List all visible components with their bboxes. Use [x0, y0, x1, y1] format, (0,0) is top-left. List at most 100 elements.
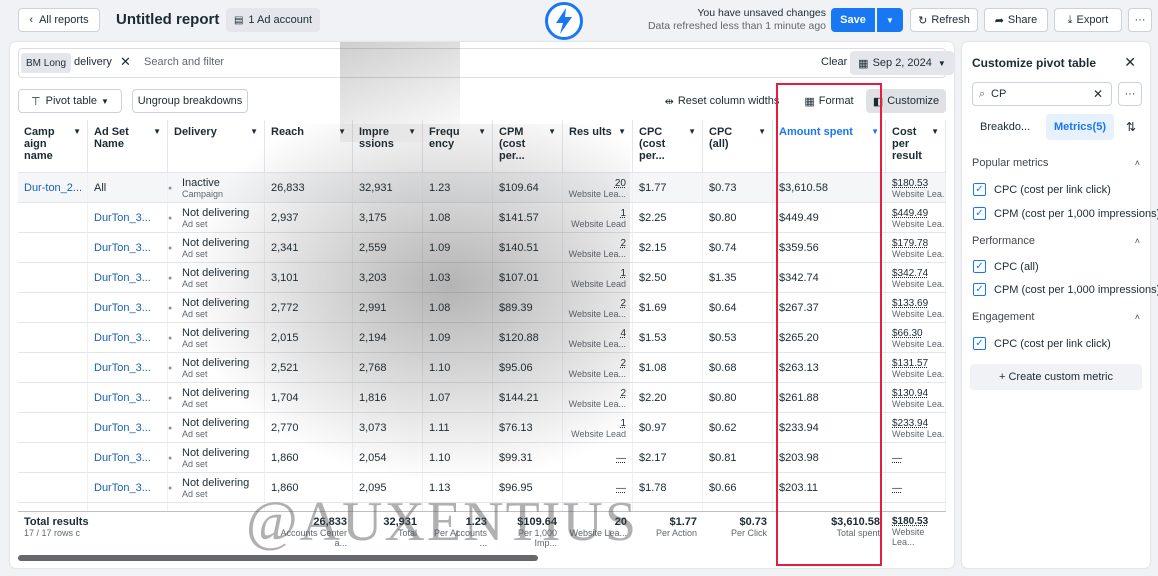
- more-options-button[interactable]: ···: [1128, 8, 1152, 32]
- checkbox-icon[interactable]: ✓: [973, 207, 986, 220]
- cell-campaign[interactable]: [18, 263, 88, 293]
- chevron-up-icon[interactable]: ˄: [1135, 312, 1140, 322]
- section-engagement[interactable]: Engagement: [972, 311, 1034, 323]
- create-custom-metric-button[interactable]: + Create custom metric: [970, 364, 1142, 390]
- cell-value: $0.66: [709, 482, 737, 494]
- column-header-cost[interactable]: Cost per result ▼: [886, 120, 946, 172]
- clear-search-icon[interactable]: ✕: [1093, 87, 1103, 101]
- cell-cpm: $107.01: [493, 263, 563, 293]
- cell-campaign[interactable]: [18, 203, 88, 233]
- cell-adset[interactable]: DurTon_3...: [88, 293, 168, 323]
- column-header-reach[interactable]: Reach ▼: [265, 120, 353, 172]
- chevron-down-icon[interactable]: ▼: [931, 126, 939, 138]
- column-header-cpm[interactable]: CPM (cost per... ▼: [493, 120, 563, 172]
- chevron-down-icon[interactable]: ▼: [73, 126, 81, 138]
- checkbox-icon[interactable]: ✓: [973, 283, 986, 296]
- column-header-impressions[interactable]: Impre ssions ▼: [353, 120, 423, 172]
- cell-adset[interactable]: DurTon_3...: [88, 233, 168, 263]
- all-reports-button[interactable]: ‹ All reports: [18, 8, 100, 32]
- cell-adset[interactable]: DurTon_3...: [88, 323, 168, 353]
- chevron-down-icon[interactable]: ▼: [408, 126, 416, 138]
- column-header-delivery[interactable]: Delivery ▼: [168, 120, 265, 172]
- clear-button[interactable]: Clear: [821, 56, 847, 68]
- cell-campaign[interactable]: Dur-ton_2...: [18, 173, 88, 203]
- cell-adset[interactable]: DurTon_3...: [88, 383, 168, 413]
- horizontal-scrollbar[interactable]: [18, 555, 538, 561]
- cell-campaign[interactable]: [18, 383, 88, 413]
- cell-reach: 26,833: [265, 173, 353, 203]
- close-icon[interactable]: ✕: [1124, 54, 1136, 71]
- chevron-down-icon[interactable]: ▼: [688, 126, 696, 138]
- filter-chip-label[interactable]: delivery: [74, 56, 112, 68]
- cell-subtext: Ad set: [182, 458, 208, 469]
- column-header-frequency[interactable]: Frequ ency ▼: [423, 120, 493, 172]
- section-popular[interactable]: Popular metrics: [972, 157, 1048, 169]
- cell-value: $1.77: [639, 182, 667, 194]
- cell-adset[interactable]: DurTon_3...: [88, 203, 168, 233]
- sort-icon[interactable]: ⇅: [1126, 120, 1136, 134]
- chevron-up-icon[interactable]: ˄: [1135, 158, 1140, 168]
- chevron-up-icon[interactable]: ˄: [1135, 236, 1140, 246]
- cell-value: 2,054: [359, 452, 387, 464]
- cell-impressions: 3,175: [353, 203, 423, 233]
- checkbox-icon[interactable]: ✓: [973, 337, 986, 350]
- chevron-down-icon[interactable]: ▼: [478, 126, 486, 138]
- column-header-campaign[interactable]: Camp aign name ▼: [18, 120, 88, 172]
- reset-column-widths-button[interactable]: ⇹ Reset column widths: [658, 89, 786, 113]
- cell-campaign[interactable]: [18, 323, 88, 353]
- status-dot-icon: ●: [168, 424, 173, 432]
- chevron-down-icon[interactable]: ▼: [758, 126, 766, 138]
- date-picker[interactable]: ▦ Sep 2, 2024 ▼: [850, 51, 954, 75]
- totals-cpm-sub: Per 1,000 Imp...: [517, 528, 557, 548]
- column-header-cpc[interactable]: CPC (cost per... ▼: [633, 120, 703, 172]
- cell-campaign[interactable]: [18, 413, 88, 443]
- tab-breakdowns[interactable]: Breakdo...: [980, 121, 1030, 133]
- cell-adset[interactable]: DurTon_3...: [88, 353, 168, 383]
- column-header-adset[interactable]: Ad Set Name ▼: [88, 120, 168, 172]
- metric-search-input[interactable]: ⌕ CP ✕: [972, 82, 1112, 106]
- cell-adset[interactable]: DurTon_3...: [88, 413, 168, 443]
- cell-delivery: ● Not delivering Ad set: [168, 443, 265, 473]
- chevron-down-icon[interactable]: ▼: [153, 126, 161, 138]
- pivot-table-button[interactable]: ⊤ Pivot table ▼: [18, 89, 122, 113]
- cell-adset[interactable]: DurTon_3...: [88, 473, 168, 503]
- chevron-down-icon[interactable]: ▼: [618, 126, 626, 138]
- metric-item[interactable]: CPM (cost per 1,000 impressions): [994, 284, 1158, 296]
- ad-account-button[interactable]: ▤ 1 Ad account: [226, 8, 320, 32]
- save-button[interactable]: Save: [831, 8, 875, 32]
- cell-adset[interactable]: DurTon_3...: [88, 263, 168, 293]
- save-options-dropdown[interactable]: ▼: [877, 8, 903, 32]
- column-header-results[interactable]: Res ults ▼: [563, 120, 633, 172]
- cell-campaign[interactable]: [18, 473, 88, 503]
- metric-item[interactable]: CPC (all): [994, 261, 1039, 273]
- chevron-down-icon[interactable]: ▼: [250, 126, 258, 138]
- ungroup-breakdowns-button[interactable]: Ungroup breakdowns: [132, 89, 248, 113]
- column-header-cpc-all[interactable]: CPC (all) ▼: [703, 120, 773, 172]
- metric-item[interactable]: CPC (cost per link click): [994, 184, 1111, 196]
- refresh-label: Refresh: [931, 14, 970, 26]
- cell-campaign[interactable]: [18, 353, 88, 383]
- cell-campaign[interactable]: [18, 293, 88, 323]
- sidebar-more-button[interactable]: ···: [1118, 82, 1142, 106]
- cell-value: $130.94: [892, 387, 929, 399]
- search-filter-input[interactable]: Search and filter: [144, 56, 224, 68]
- share-button[interactable]: ➦ Share: [984, 8, 1048, 32]
- cell-adset[interactable]: All: [88, 173, 168, 203]
- cell-cost: $130.94 Website Lea...: [886, 383, 946, 413]
- export-button[interactable]: ⤓ Export: [1054, 8, 1122, 32]
- cell-reach: 2,772: [265, 293, 353, 323]
- cell-campaign[interactable]: [18, 443, 88, 473]
- checkbox-icon[interactable]: ✓: [973, 260, 986, 273]
- close-icon[interactable]: ✕: [120, 54, 131, 70]
- metric-item[interactable]: CPC (cost per link click): [994, 338, 1111, 350]
- checkbox-icon[interactable]: ✓: [973, 183, 986, 196]
- chevron-down-icon[interactable]: ▼: [548, 126, 556, 138]
- cell-adset[interactable]: DurTon_3...: [88, 443, 168, 473]
- chevron-down-icon[interactable]: ▼: [338, 126, 346, 138]
- cell-impressions: 2,768: [353, 353, 423, 383]
- refresh-button[interactable]: ↻ Refresh: [910, 8, 978, 32]
- cell-campaign[interactable]: [18, 233, 88, 263]
- section-performance[interactable]: Performance: [972, 235, 1035, 247]
- tab-metrics[interactable]: Metrics(5): [1046, 114, 1114, 140]
- metric-item[interactable]: CPM (cost per 1,000 impressions): [994, 208, 1158, 220]
